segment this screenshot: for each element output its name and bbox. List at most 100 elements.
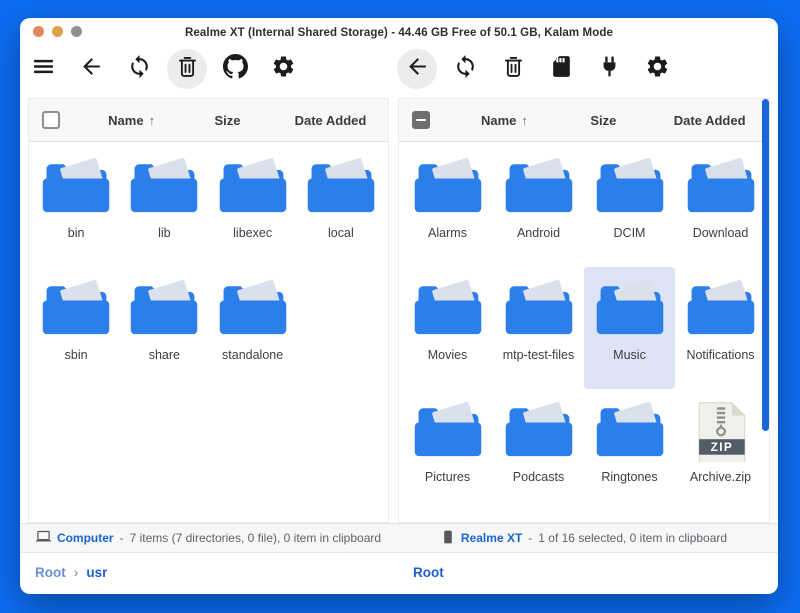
local-list-header: Name ↑ Size Date Added	[29, 99, 388, 142]
folder-tile[interactable]: share	[120, 267, 208, 389]
file-name-label: bin	[68, 226, 85, 240]
titlebar: Realme XT (Internal Shared Storage) - 44…	[20, 18, 778, 44]
column-name-label: Name	[108, 113, 143, 128]
folder-tile[interactable]: Alarms	[402, 145, 493, 267]
file-name-label: Podcasts	[513, 470, 564, 484]
device-link[interactable]: Realme XT	[461, 531, 522, 545]
column-header-date-added[interactable]: Date Added	[650, 113, 769, 128]
file-name-label: Movies	[428, 348, 468, 362]
device-breadcrumb: Root	[413, 559, 444, 585]
toolbar	[20, 44, 778, 94]
folder-icon	[501, 278, 577, 340]
folder-tile[interactable]: sbin	[32, 267, 120, 389]
folder-tile[interactable]: Android	[493, 145, 584, 267]
plug-button[interactable]	[589, 49, 629, 89]
refresh-button[interactable]	[445, 49, 485, 89]
zip-file-icon: ZIP	[683, 400, 759, 462]
zoom-button[interactable]	[71, 26, 82, 37]
folder-tile[interactable]: Pictures	[402, 389, 493, 511]
folder-tile[interactable]: Podcasts	[493, 389, 584, 511]
close-button[interactable]	[33, 26, 44, 37]
delete-icon	[501, 54, 526, 84]
refresh-button[interactable]	[119, 49, 159, 89]
folder-icon	[592, 156, 668, 218]
refresh-icon	[127, 54, 152, 84]
column-header-date-added[interactable]: Date Added	[273, 113, 388, 128]
settings-button[interactable]	[263, 49, 303, 89]
breadcrumb-item[interactable]: Root	[35, 565, 66, 580]
folder-icon	[683, 156, 759, 218]
folder-tile[interactable]: libexec	[209, 145, 297, 267]
file-name-label: libexec	[233, 226, 272, 240]
github-icon	[223, 54, 248, 84]
folder-tile[interactable]: mtp-test-files	[493, 267, 584, 389]
scrollbar-thumb[interactable]	[762, 99, 769, 431]
device-pane: Name ↑ Size Date Added Alarms Android DCIM…	[398, 98, 770, 523]
github-button[interactable]	[215, 49, 255, 89]
select-all-checkbox[interactable]	[412, 111, 430, 129]
select-all-checkbox[interactable]	[42, 111, 60, 129]
breadcrumb-item[interactable]: usr	[86, 565, 107, 580]
sort-ascending-icon: ↑	[149, 113, 156, 128]
folder-tile[interactable]: standalone	[209, 267, 297, 389]
column-header-size[interactable]: Size	[556, 113, 650, 128]
delete-icon	[175, 54, 200, 84]
device-toolbar	[397, 49, 677, 89]
column-header-name[interactable]: Name ↑	[453, 113, 557, 128]
folder-icon	[501, 400, 577, 462]
file-name-label: Android	[517, 226, 560, 240]
laptop-icon	[36, 529, 51, 547]
window-controls	[33, 26, 82, 37]
folder-tile[interactable]: Movies	[402, 267, 493, 389]
folder-icon	[410, 278, 486, 340]
menu-button[interactable]	[23, 49, 63, 89]
folder-icon	[303, 156, 379, 218]
folder-tile[interactable]: Ringtones	[584, 389, 675, 511]
settings-button[interactable]	[637, 49, 677, 89]
window-title: Realme XT (Internal Shared Storage) - 44…	[20, 18, 778, 39]
folder-icon	[215, 156, 291, 218]
app-window: Realme XT (Internal Shared Storage) - 44…	[20, 18, 778, 594]
folder-tile[interactable]: Download	[675, 145, 766, 267]
column-name-label: Name	[481, 113, 516, 128]
back-button[interactable]	[397, 49, 437, 89]
device-status-text: 1 of 16 selected, 0 item in clipboard	[538, 531, 727, 545]
column-header-size[interactable]: Size	[182, 113, 273, 128]
storage-button[interactable]	[541, 49, 581, 89]
delete-button[interactable]	[167, 49, 207, 89]
folder-icon	[126, 156, 202, 218]
plug-icon	[597, 54, 622, 84]
local-status: Computer - 7 items (7 directories, 0 fil…	[28, 524, 389, 552]
device-file-grid: Alarms Android DCIM Download Movies mtp-test-…	[399, 142, 769, 514]
folder-icon	[501, 156, 577, 218]
device-status: Realme XT - 1 of 16 selected, 0 item in …	[398, 524, 770, 552]
folder-icon	[215, 278, 291, 340]
refresh-icon	[453, 54, 478, 84]
smartphone-icon	[441, 530, 455, 547]
breadcrumb-item[interactable]: Root	[413, 565, 444, 580]
folder-icon	[410, 400, 486, 462]
file-name-label: lib	[158, 226, 171, 240]
folder-tile[interactable]: bin	[32, 145, 120, 267]
file-name-label: Alarms	[428, 226, 467, 240]
desktop-background: Realme XT (Internal Shared Storage) - 44…	[0, 0, 800, 613]
folder-icon	[38, 278, 114, 340]
folder-tile[interactable]: Music	[584, 267, 675, 389]
minimize-button[interactable]	[52, 26, 63, 37]
folder-tile[interactable]: lib	[120, 145, 208, 267]
delete-button[interactable]	[493, 49, 533, 89]
file-name-label: DCIM	[614, 226, 646, 240]
file-tile[interactable]: ZIPArchive.zip	[675, 389, 766, 511]
file-name-label: Music	[613, 348, 646, 362]
folder-tile[interactable]: DCIM	[584, 145, 675, 267]
file-name-label: Pictures	[425, 470, 470, 484]
folder-icon	[683, 278, 759, 340]
local-toolbar	[23, 49, 303, 89]
folder-tile[interactable]: Notifications	[675, 267, 766, 389]
folder-icon	[592, 278, 668, 340]
column-header-name[interactable]: Name ↑	[81, 113, 182, 128]
folder-tile[interactable]: local	[297, 145, 385, 267]
file-name-label: local	[328, 226, 354, 240]
local-device-link[interactable]: Computer	[57, 531, 114, 545]
back-button[interactable]	[71, 49, 111, 89]
